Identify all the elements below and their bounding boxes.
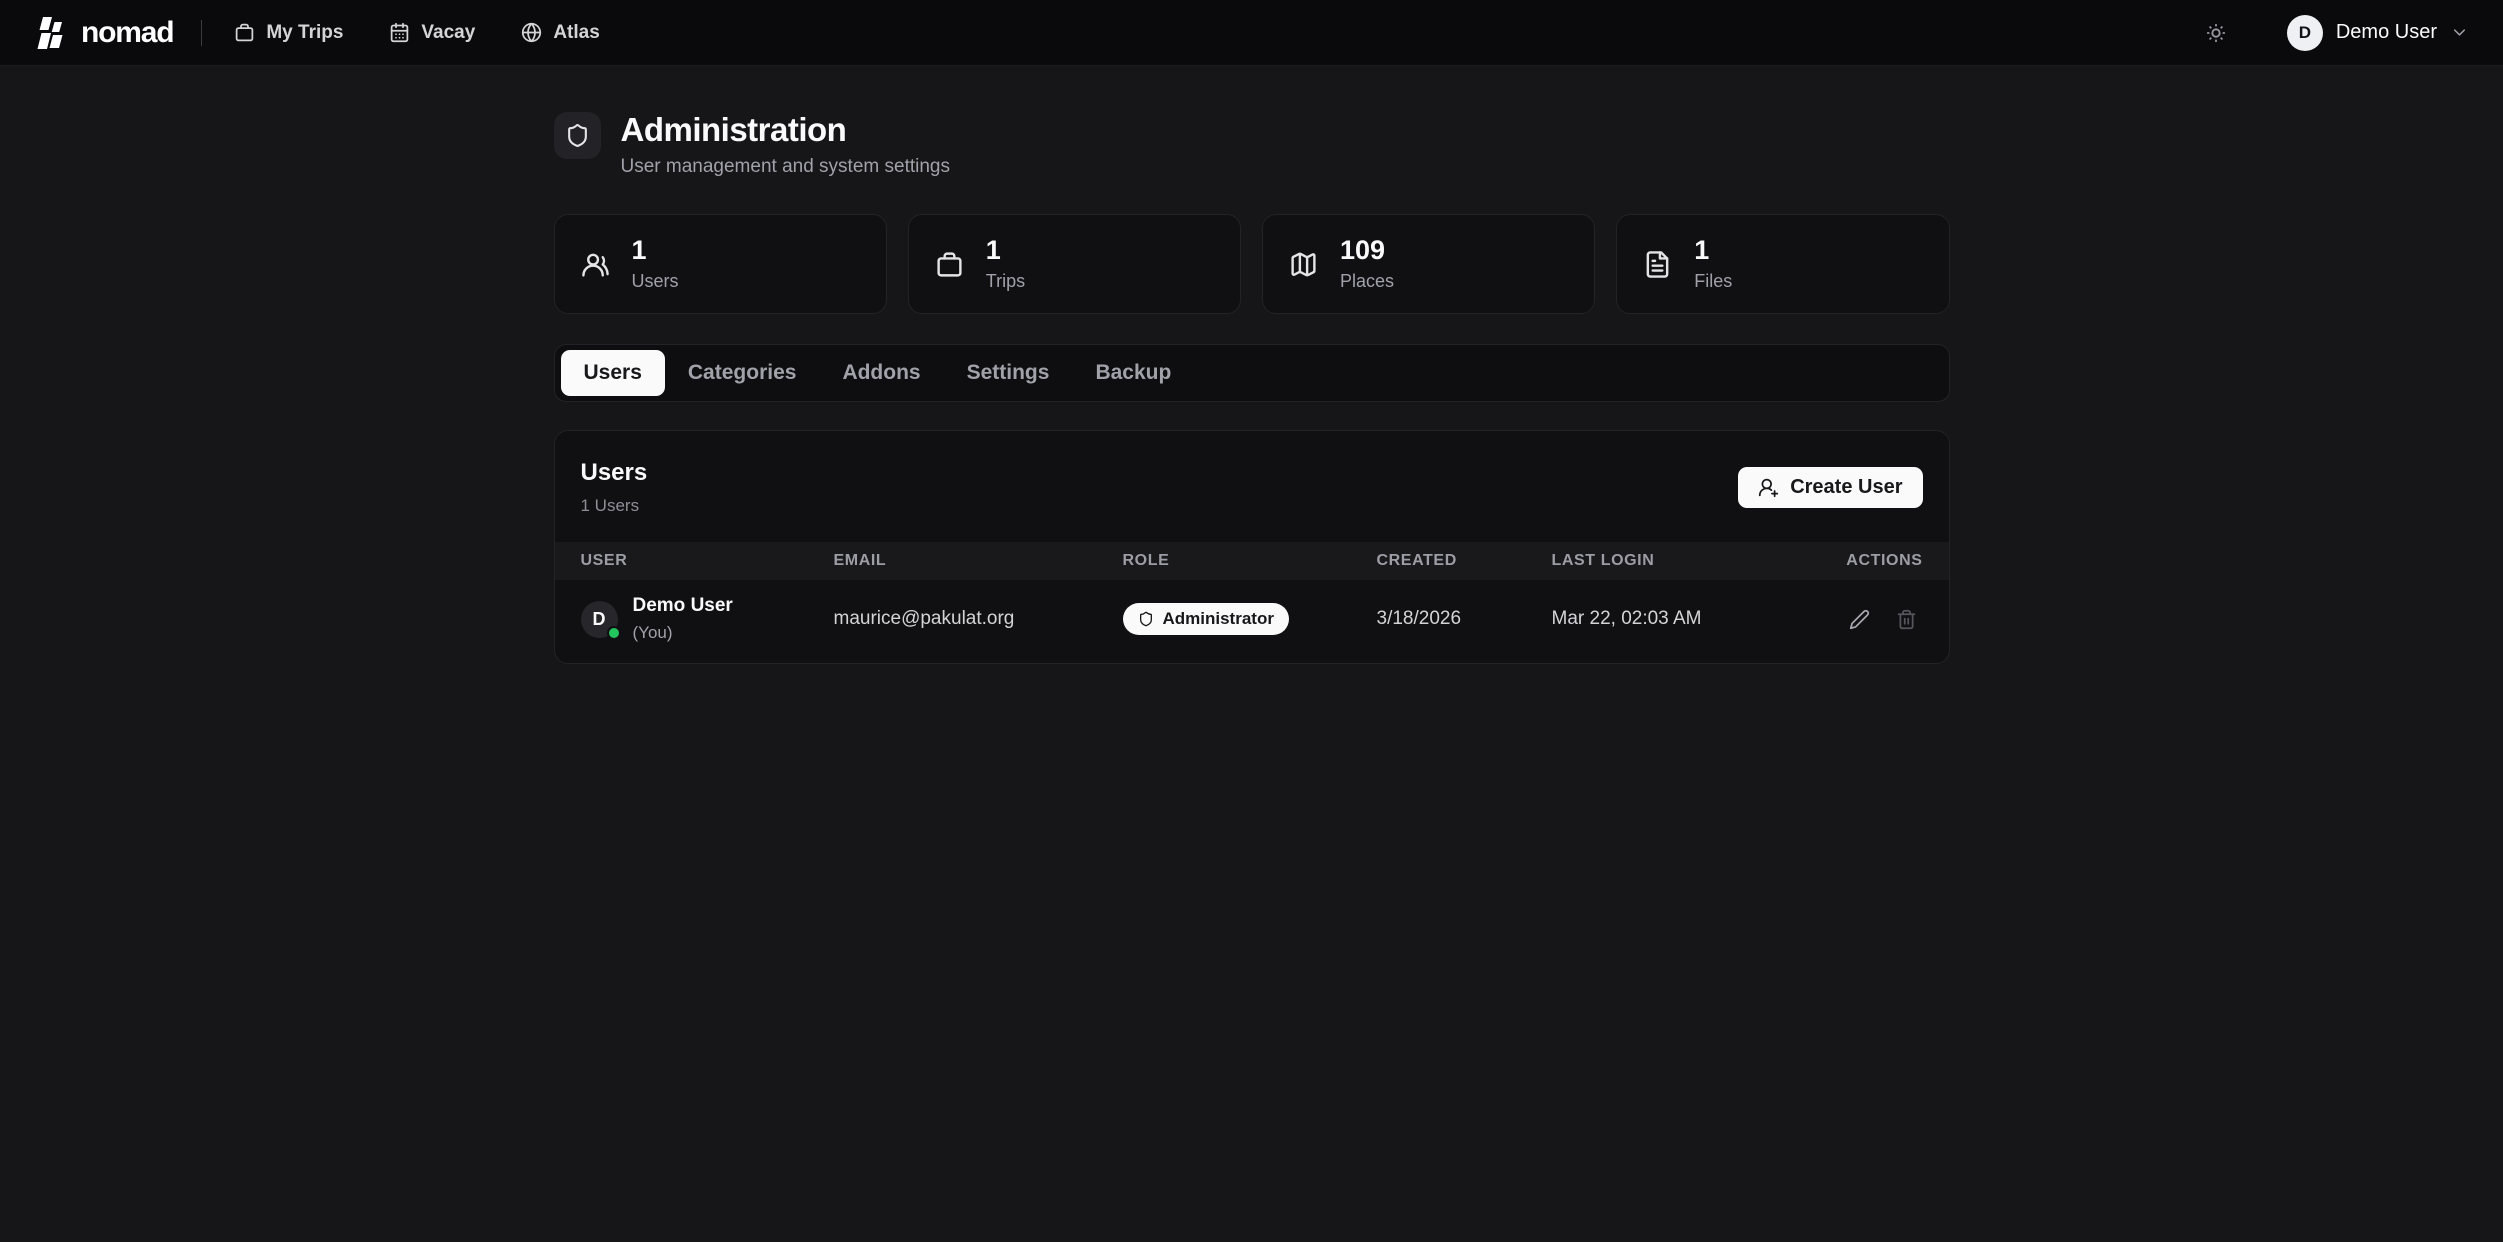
stat-card-trips: 1 Trips	[908, 214, 1241, 314]
top-navigation: nomad My Trips Vacay Atlas D Demo User	[0, 0, 2503, 66]
theme-toggle-button[interactable]	[2199, 16, 2233, 50]
table-row: D Demo User (You) maurice@pakulat.org Ad…	[555, 580, 1949, 663]
column-header-role: ROLE	[1123, 552, 1377, 570]
stat-label: Users	[632, 271, 679, 292]
briefcase-icon	[935, 250, 964, 279]
edit-user-button[interactable]	[1843, 603, 1876, 636]
tab-addons[interactable]: Addons	[819, 350, 943, 396]
brand-logo[interactable]: nomad	[34, 15, 173, 51]
sun-icon	[2205, 22, 2227, 44]
actions-cell	[1803, 603, 1923, 636]
stat-label: Files	[1694, 271, 1732, 292]
nav-item-my-trips[interactable]: My Trips	[234, 22, 343, 44]
users-panel-title: Users	[581, 459, 648, 487]
you-label: (You)	[633, 623, 733, 643]
online-status-dot	[607, 626, 621, 640]
stat-card-files: 1 Files	[1616, 214, 1949, 314]
tab-settings[interactable]: Settings	[944, 350, 1073, 396]
stat-text: 1 Files	[1694, 237, 1732, 292]
users-panel: Users 1 Users Create User USER EMAIL ROL…	[554, 430, 1950, 664]
users-count: 1 Users	[581, 496, 648, 516]
map-icon	[1289, 250, 1318, 279]
page-subtitle: User management and system settings	[621, 156, 951, 178]
globe-icon	[521, 22, 542, 43]
file-text-icon	[1643, 250, 1672, 279]
nav-item-label: Atlas	[553, 22, 599, 44]
shield-icon	[565, 123, 590, 148]
tab-users[interactable]: Users	[561, 350, 665, 396]
user-name: Demo User	[2336, 21, 2437, 44]
user-plus-icon	[1758, 477, 1779, 498]
stat-label: Trips	[986, 271, 1025, 292]
column-header-user: USER	[581, 552, 834, 570]
admin-page: Administration User management and syste…	[554, 66, 1950, 664]
stat-text: 109 Places	[1340, 237, 1394, 292]
stat-value: 1	[632, 237, 679, 264]
nav-item-label: My Trips	[266, 22, 343, 44]
role-badge: Administrator	[1123, 603, 1289, 635]
stat-value: 109	[1340, 237, 1394, 264]
nav-item-vacay[interactable]: Vacay	[389, 22, 475, 44]
last-login-date: Mar 22, 02:03 AM	[1552, 608, 1803, 630]
chevron-down-icon	[2450, 23, 2469, 42]
user-name-block: Demo User (You)	[633, 595, 733, 643]
users-panel-title-block: Users 1 Users	[581, 459, 648, 516]
stat-card-places: 109 Places	[1262, 214, 1595, 314]
page-header: Administration User management and syste…	[554, 112, 1950, 178]
stat-value: 1	[1694, 237, 1732, 264]
admin-tabs: Users Categories Addons Settings Backup	[554, 344, 1950, 402]
brand-name: nomad	[81, 16, 173, 50]
user-cell: D Demo User (You)	[581, 595, 834, 643]
page-title: Administration	[621, 112, 951, 148]
nav-item-atlas[interactable]: Atlas	[521, 22, 599, 44]
nav-divider	[201, 20, 202, 46]
stat-text: 1 Trips	[986, 237, 1025, 292]
users-icon	[581, 250, 610, 279]
nav-item-label: Vacay	[421, 22, 475, 44]
user-name: Demo User	[633, 595, 733, 617]
nomad-logo-icon	[34, 15, 70, 51]
briefcase-icon	[234, 22, 255, 43]
calendar-icon	[389, 22, 410, 43]
tab-categories[interactable]: Categories	[665, 350, 820, 396]
trash-icon	[1896, 609, 1917, 630]
column-header-created: CREATED	[1377, 552, 1552, 570]
page-icon-box	[554, 112, 601, 159]
shield-icon	[1138, 611, 1154, 627]
stat-value: 1	[986, 237, 1025, 264]
page-header-text: Administration User management and syste…	[621, 112, 951, 178]
stat-label: Places	[1340, 271, 1394, 292]
stats-row: 1 Users 1 Trips 109 Places	[554, 214, 1950, 314]
created-date: 3/18/2026	[1377, 608, 1552, 630]
user-email: maurice@pakulat.org	[834, 608, 1123, 630]
users-table-header: USER EMAIL ROLE CREATED LAST LOGIN ACTIO…	[555, 542, 1949, 580]
delete-user-button[interactable]	[1890, 603, 1923, 636]
role-label: Administrator	[1163, 609, 1274, 629]
avatar: D	[2287, 15, 2323, 51]
tab-backup[interactable]: Backup	[1072, 350, 1194, 396]
create-user-label: Create User	[1790, 476, 1902, 499]
pencil-icon	[1849, 609, 1870, 630]
stat-text: 1 Users	[632, 237, 679, 292]
column-header-actions: ACTIONS	[1803, 552, 1923, 570]
column-header-last-login: LAST LOGIN	[1552, 552, 1803, 570]
user-menu[interactable]: D Demo User	[2287, 15, 2469, 51]
row-avatar-wrap: D	[581, 601, 618, 638]
create-user-button[interactable]: Create User	[1738, 467, 1922, 508]
column-header-email: EMAIL	[834, 552, 1123, 570]
role-cell: Administrator	[1123, 603, 1377, 635]
stat-card-users: 1 Users	[554, 214, 887, 314]
users-panel-header: Users 1 Users Create User	[555, 431, 1949, 542]
